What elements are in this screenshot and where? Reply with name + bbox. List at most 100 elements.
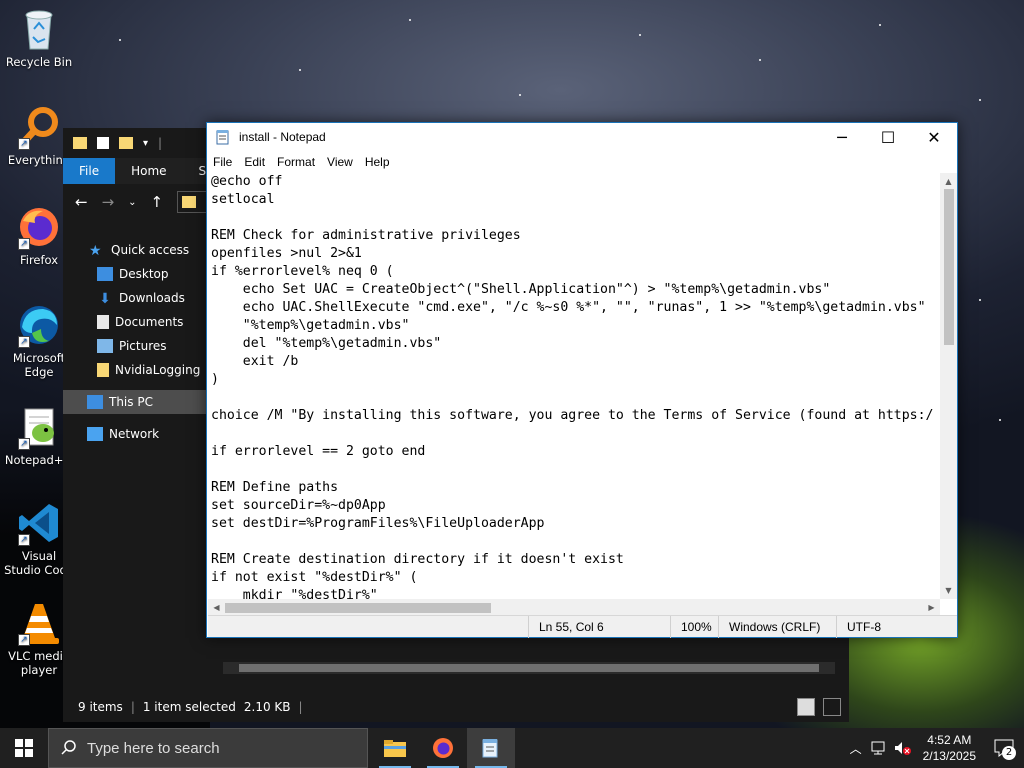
sidebar-item-label: NvidiaLogging [115, 363, 201, 377]
shortcut-arrow-icon: ↗ [18, 634, 30, 646]
menu-edit[interactable]: Edit [238, 155, 271, 169]
shortcut-arrow-icon: ↗ [18, 138, 30, 150]
status-zoom: 100% [670, 616, 718, 638]
file-content[interactable]: @echo off setlocal REM Check for adminis… [208, 173, 940, 599]
notepad-icon [215, 129, 231, 145]
vertical-scrollbar-thumb[interactable] [944, 189, 954, 345]
sidebar-item-network[interactable]: Network [63, 422, 207, 446]
desktop-icon-label: Firefox [19, 253, 59, 267]
system-tray: ︿ 4:52 AM 2/13/2025 2 [845, 728, 1024, 768]
taskbar-clock[interactable]: 4:52 AM 2/13/2025 [923, 732, 976, 764]
shortcut-arrow-icon: ↗ [18, 336, 30, 348]
sidebar-item-pictures[interactable]: Pictures [63, 334, 207, 358]
folder-icon [73, 137, 87, 149]
scrollbar-thumb[interactable] [239, 664, 819, 672]
sidebar-item-downloads[interactable]: ⬇ Downloads [63, 286, 207, 310]
new-folder-icon[interactable] [119, 137, 133, 149]
download-icon: ⬇ [99, 291, 111, 307]
notepad-icon [482, 739, 498, 758]
menu-file[interactable]: File [207, 155, 238, 169]
taskbar-notepad[interactable] [467, 728, 515, 768]
horizontal-scrollbar-thumb[interactable] [225, 603, 491, 613]
sidebar-item-label: This PC [109, 395, 153, 409]
edge-icon: ↗ [16, 302, 62, 348]
sidebar-item-desktop[interactable]: Desktop [63, 262, 207, 286]
search-icon [61, 739, 77, 758]
volume-muted-icon[interactable] [891, 741, 915, 755]
taskbar-search-box[interactable]: Type here to search [48, 728, 368, 768]
details-view-button[interactable] [797, 698, 815, 716]
desktop-folder-icon [97, 267, 113, 281]
search-placeholder: Type here to search [87, 739, 220, 757]
status-selection: 1 item selected [142, 700, 236, 714]
notepadpp-icon: ↗ [16, 404, 62, 450]
ribbon-tab-file[interactable]: File [63, 158, 116, 184]
desktop-icon-recycle-bin[interactable]: Recycle Bin [2, 6, 76, 69]
file-explorer-icon [384, 740, 406, 757]
sidebar-item-label: Network [109, 427, 160, 441]
star-icon: ★ [89, 243, 102, 259]
minimize-button[interactable]: ─ [819, 123, 865, 151]
taskbar-firefox[interactable] [419, 728, 467, 768]
sidebar-item-label: Documents [115, 315, 184, 329]
status-divider: | [130, 700, 135, 714]
desktop-icon-label: Microsoft Edge [12, 351, 66, 379]
vertical-scrollbar[interactable]: ▲ ▼ [940, 173, 957, 599]
forward-arrow-icon[interactable]: → [102, 193, 115, 211]
menu-view[interactable]: View [321, 155, 359, 169]
taskbar-file-explorer[interactable] [371, 728, 419, 768]
status-divider: | [298, 700, 303, 714]
horizontal-scrollbar[interactable]: ◀ ▶ [208, 599, 940, 616]
sidebar-item-nvidialogging[interactable]: NvidiaLogging [63, 358, 207, 382]
recycle-bin-icon [16, 6, 62, 52]
notepad-window[interactable]: install - Notepad ─ ☐ ✕ File Edit Format… [206, 122, 958, 638]
windows-logo-icon [15, 739, 33, 757]
scroll-up-icon[interactable]: ▲ [940, 173, 957, 190]
desktop-icon-label: Recycle Bin [5, 55, 73, 69]
notification-center-button[interactable]: 2 [984, 728, 1024, 768]
close-button[interactable]: ✕ [911, 123, 957, 151]
ribbon-tab-home[interactable]: Home [115, 158, 182, 184]
properties-icon[interactable] [97, 137, 109, 149]
sidebar-item-quick-access[interactable]: ★ Quick access [63, 238, 207, 262]
up-arrow-icon[interactable]: ↑ [151, 193, 164, 211]
status-cursor-position: Ln 55, Col 6 [528, 616, 670, 638]
quick-access-dropdown-icon[interactable]: ▾ [143, 138, 148, 149]
status-size: 2.10 KB [243, 700, 291, 714]
shortcut-arrow-icon: ↗ [18, 534, 30, 546]
everything-search-icon: ↗ [16, 104, 62, 150]
menu-bar: File Edit Format View Help [207, 151, 957, 173]
sidebar-item-label: Pictures [119, 339, 167, 353]
large-icons-view-button[interactable] [823, 698, 841, 716]
show-hidden-icons-chevron-icon[interactable]: ︿ [845, 740, 867, 757]
scroll-right-icon[interactable]: ▶ [923, 599, 940, 616]
sidebar-item-documents[interactable]: Documents [63, 310, 207, 334]
scroll-down-icon[interactable]: ▼ [940, 582, 957, 599]
notepad-status-bar: Ln 55, Col 6 100% Windows (CRLF) UTF-8 [208, 615, 957, 638]
maximize-button[interactable]: ☐ [865, 123, 911, 151]
recent-locations-chevron-icon[interactable]: ⌄ [128, 197, 136, 208]
sidebar-item-this-pc[interactable]: This PC [63, 390, 207, 414]
vlc-icon: ↗ [16, 600, 62, 646]
clock-time: 4:52 AM [927, 733, 972, 747]
notepad-titlebar[interactable]: install - Notepad ─ ☐ ✕ [207, 123, 957, 151]
menu-help[interactable]: Help [359, 155, 396, 169]
network-icon [87, 427, 103, 441]
pc-icon [87, 395, 103, 409]
sidebar-item-label: Downloads [119, 291, 185, 305]
firefox-icon: ↗ [16, 204, 62, 250]
scroll-left-icon[interactable]: ◀ [208, 599, 225, 616]
folder-icon [97, 363, 109, 377]
explorer-horizontal-scrollbar[interactable] [223, 662, 835, 674]
title-divider: | [158, 136, 163, 150]
network-status-icon[interactable] [867, 741, 891, 755]
notification-count-badge: 2 [1002, 746, 1016, 760]
menu-format[interactable]: Format [271, 155, 321, 169]
pictures-icon [97, 339, 113, 353]
documents-icon [97, 315, 109, 329]
back-arrow-icon[interactable]: ← [75, 193, 88, 211]
window-controls: ─ ☐ ✕ [819, 123, 957, 151]
start-button[interactable] [0, 728, 48, 768]
taskbar: Type here to search ︿ 4:52 AM 2/13/2025 … [0, 728, 1024, 768]
text-editor-area[interactable]: @echo off setlocal REM Check for adminis… [208, 173, 940, 599]
